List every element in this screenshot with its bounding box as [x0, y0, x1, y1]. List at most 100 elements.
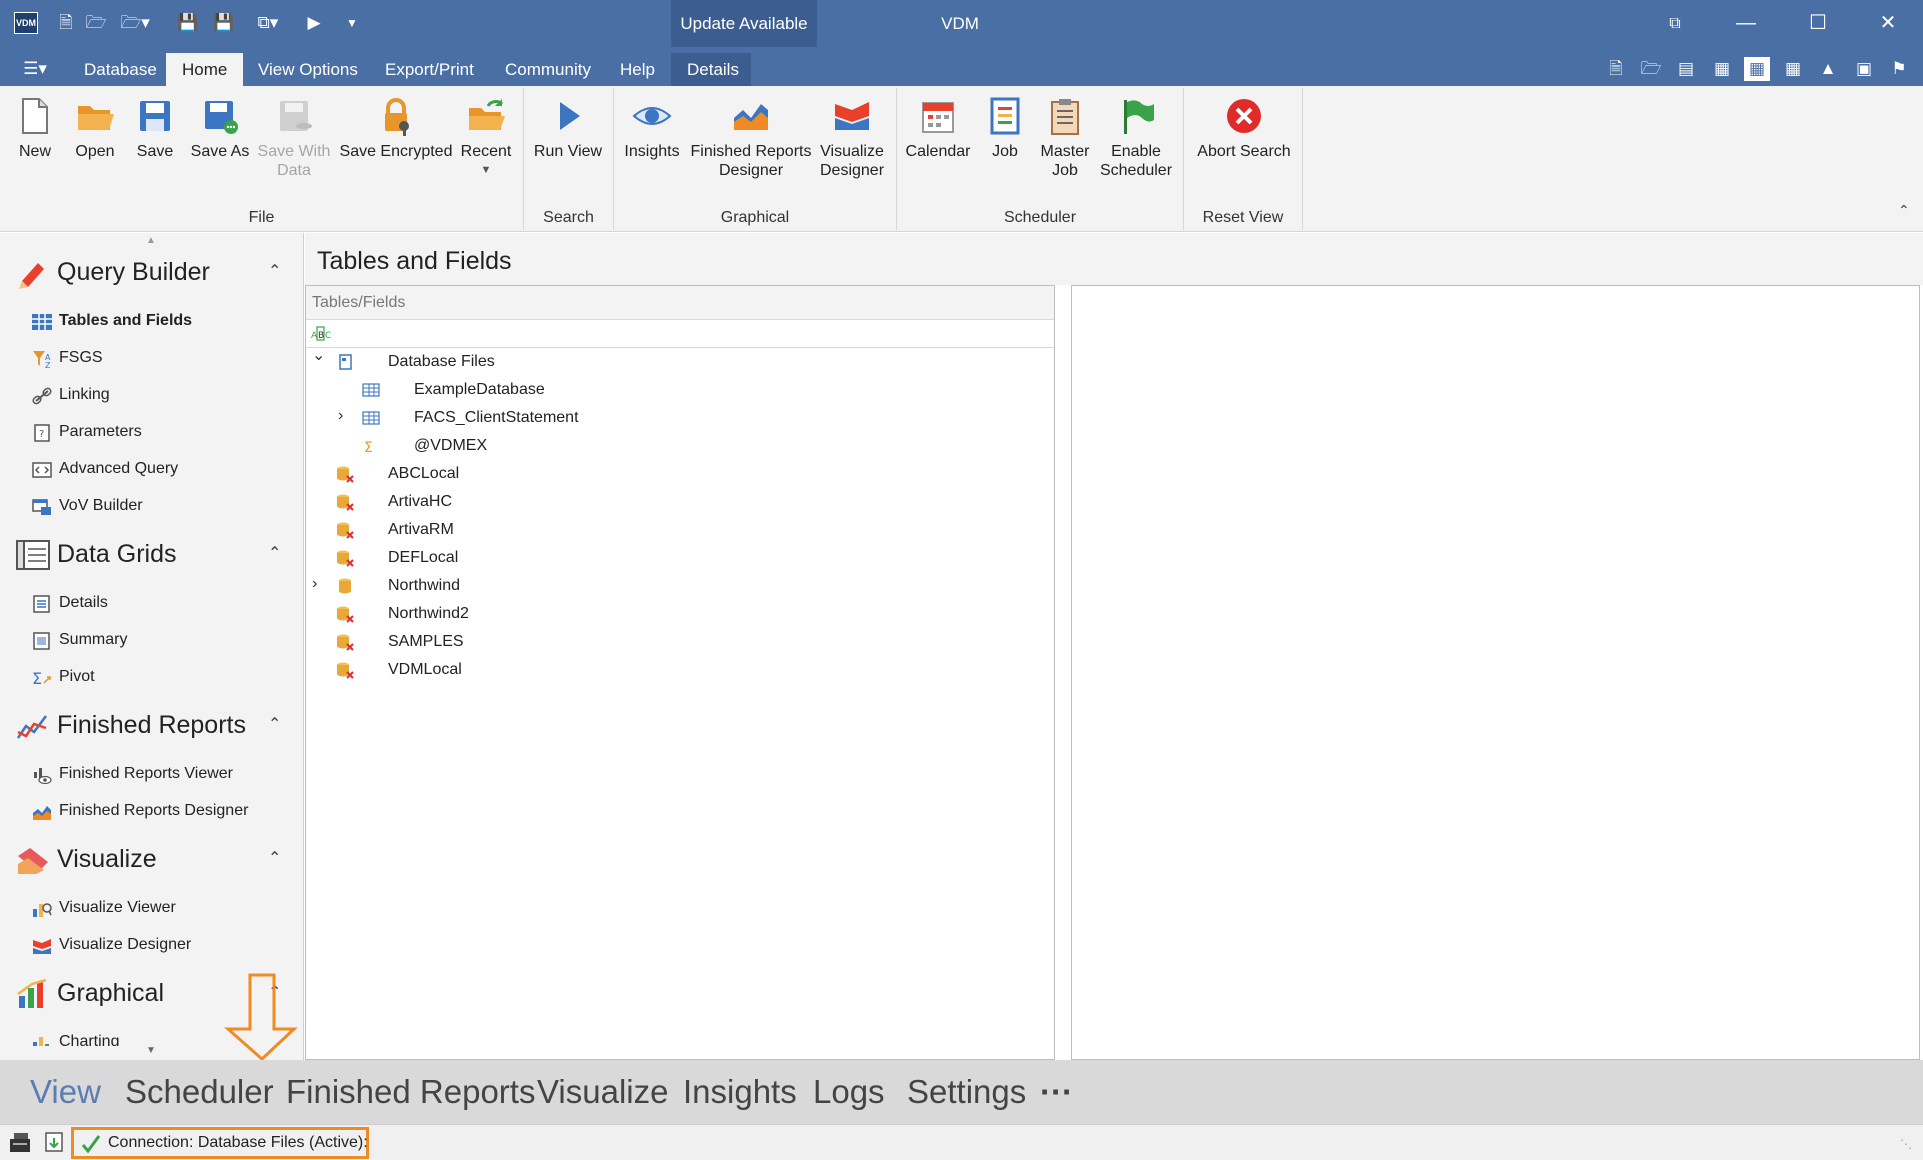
- save-all-icon[interactable]: 💾: [212, 11, 236, 35]
- save-encrypted-button[interactable]: Save Encrypted: [338, 96, 454, 161]
- job-button[interactable]: Job: [982, 96, 1028, 161]
- main-header: Tables and Fields: [305, 233, 1923, 285]
- connection-server-icon[interactable]: [8, 1131, 34, 1155]
- tree-row[interactable]: ArtivaRM: [306, 516, 1046, 544]
- status-bar: Connection: Database Files (Active): ⋱: [0, 1124, 1923, 1160]
- tables-view-icon[interactable]: ▦: [1744, 57, 1770, 81]
- save-icon[interactable]: 💾: [176, 11, 200, 35]
- bottom-tab-insights[interactable]: Insights: [683, 1073, 797, 1111]
- flag-icon[interactable]: ⚑: [1886, 57, 1912, 81]
- tree-row[interactable]: DEFLocal: [306, 544, 1046, 572]
- nav-linking[interactable]: Linking: [32, 384, 292, 408]
- new-button[interactable]: New: [12, 96, 58, 161]
- details-grid-icon: [33, 595, 50, 613]
- recent-button[interactable]: Recent ▼: [458, 96, 514, 180]
- save-button[interactable]: Save: [132, 96, 178, 161]
- tree-row[interactable]: › Northwind: [306, 572, 1046, 600]
- bottom-tab-finished-reports[interactable]: Finished Reports: [286, 1073, 535, 1111]
- tab-database[interactable]: Database: [68, 53, 173, 86]
- nav-details[interactable]: Details: [32, 592, 292, 616]
- section-query-builder[interactable]: Query Builder ⌃: [14, 255, 294, 291]
- nav-visualize-viewer[interactable]: Visualize Viewer: [32, 897, 292, 921]
- nav-advanced-query[interactable]: Advanced Query: [32, 458, 292, 482]
- folder-icon[interactable]: 🗁: [1638, 57, 1664, 81]
- tree-row[interactable]: Northwind2: [306, 600, 1046, 628]
- calendar-button[interactable]: Calendar: [902, 96, 974, 161]
- open-folder-icon[interactable]: 🗁: [84, 11, 108, 35]
- download-log-icon[interactable]: [44, 1131, 66, 1155]
- tree-filter-row[interactable]: ABC: [306, 320, 1054, 348]
- tab-details[interactable]: Details: [671, 53, 751, 86]
- customize-icon[interactable]: ▼: [340, 11, 364, 35]
- resize-grip-icon[interactable]: ⋱: [1900, 1137, 1912, 1151]
- update-available-button[interactable]: Update Available: [671, 0, 817, 47]
- tree-row[interactable]: VDMLocal: [306, 656, 1046, 684]
- chevron-right-icon[interactable]: ›: [338, 407, 343, 425]
- chevron-right-icon[interactable]: ›: [312, 575, 317, 593]
- nav-finished-reports-designer[interactable]: Finished Reports Designer: [32, 800, 292, 824]
- bottom-tab-settings[interactable]: Settings: [907, 1073, 1026, 1111]
- close-button[interactable]: ✕: [1860, 0, 1916, 47]
- nav-pivot[interactable]: Σ Pivot: [32, 666, 292, 690]
- page-title: Tables and Fields: [317, 247, 512, 275]
- nav-finished-reports-viewer[interactable]: Finished Reports Viewer: [32, 763, 292, 787]
- bottom-tab-visualize[interactable]: Visualize: [537, 1073, 668, 1111]
- save-with-data-button[interactable]: Save With Data: [256, 96, 332, 180]
- insights-button[interactable]: Insights: [618, 96, 686, 161]
- list-view-icon[interactable]: ▤: [1673, 57, 1699, 81]
- minimize-button[interactable]: —: [1718, 0, 1774, 47]
- bottom-tab-view[interactable]: View: [30, 1073, 101, 1111]
- open-menu-icon[interactable]: 🗁▾: [116, 11, 154, 35]
- section-finished-reports[interactable]: Finished Reports ⌃: [14, 708, 294, 744]
- enable-scheduler-button[interactable]: Enable Scheduler: [1098, 96, 1174, 180]
- more-options-icon[interactable]: ···: [1040, 1073, 1073, 1111]
- tree-row[interactable]: SAMPLES: [306, 628, 1046, 656]
- calendar-grid-icon[interactable]: ▦: [1780, 57, 1806, 81]
- bottom-tab-logs[interactable]: Logs: [813, 1073, 885, 1111]
- tab-home[interactable]: Home: [166, 53, 244, 86]
- nav-vov-builder[interactable]: VoV Builder: [32, 495, 292, 519]
- visualize-designer-button[interactable]: Visualize Designer: [814, 96, 890, 180]
- tree-row[interactable]: › FACS_ClientStatement: [306, 404, 1046, 432]
- export-icon[interactable]: ⧉▾: [250, 11, 286, 35]
- nav-fsgs[interactable]: AZ FSGS: [32, 347, 292, 371]
- scroll-up-icon[interactable]: ▲: [146, 235, 156, 246]
- section-visualize[interactable]: Visualize ⌃: [14, 842, 294, 878]
- scroll-down-icon[interactable]: ▼: [146, 1045, 156, 1056]
- save-as-button[interactable]: Save As: [188, 96, 252, 161]
- app-menu-icon[interactable]: ☰▾: [18, 57, 52, 81]
- bottom-tab-scheduler[interactable]: Scheduler: [125, 1073, 274, 1111]
- run-view-button[interactable]: Run View: [530, 96, 606, 161]
- svg-text:Z: Z: [45, 361, 51, 368]
- restore-layout-icon[interactable]: ⧉: [1647, 0, 1703, 47]
- nav-tables-and-fields[interactable]: Tables and Fields: [32, 310, 292, 334]
- tab-export-print[interactable]: Export/Print: [369, 53, 490, 86]
- master-job-button[interactable]: Master Job: [1036, 96, 1094, 180]
- connection-status[interactable]: Connection: Database Files (Active):: [71, 1127, 369, 1159]
- screen-capture-icon[interactable]: ▣: [1851, 57, 1877, 81]
- tab-help[interactable]: Help: [604, 53, 671, 86]
- finished-reports-designer-button[interactable]: Finished Reports Designer: [690, 96, 812, 180]
- nav-visualize-designer[interactable]: Visualize Designer: [32, 934, 292, 958]
- tree-row[interactable]: ABCLocal: [306, 460, 1046, 488]
- abort-search-button[interactable]: Abort Search: [1196, 96, 1292, 161]
- tree-row[interactable]: ArtivaHC: [306, 488, 1046, 516]
- tree-row[interactable]: Σ @VDMEX: [306, 432, 1046, 460]
- grid-view-icon[interactable]: ▦: [1709, 57, 1735, 81]
- tree-row[interactable]: ExampleDatabase: [306, 376, 1046, 404]
- nav-parameters[interactable]: ? Parameters: [32, 421, 292, 445]
- maximize-button[interactable]: ☐: [1790, 0, 1846, 47]
- run-icon[interactable]: ▶: [302, 11, 326, 35]
- settings-file-icon[interactable]: 🗎: [1603, 57, 1629, 81]
- tab-community[interactable]: Community: [489, 53, 607, 86]
- nav-summary[interactable]: Summary: [32, 629, 292, 653]
- section-data-grids[interactable]: Data Grids ⌃: [14, 537, 294, 573]
- open-button[interactable]: Open: [70, 96, 120, 161]
- checkmark-icon: [81, 1135, 101, 1154]
- new-file-icon[interactable]: 🗎: [54, 11, 78, 35]
- tab-view-options[interactable]: View Options: [242, 53, 374, 86]
- collapse-ribbon-icon[interactable]: ⌃: [1898, 202, 1910, 219]
- eraser-icon[interactable]: ▲: [1815, 57, 1841, 81]
- tree-row[interactable]: ⌄ Database Files: [306, 345, 1046, 376]
- chevron-down-icon[interactable]: ⌄: [312, 345, 325, 365]
